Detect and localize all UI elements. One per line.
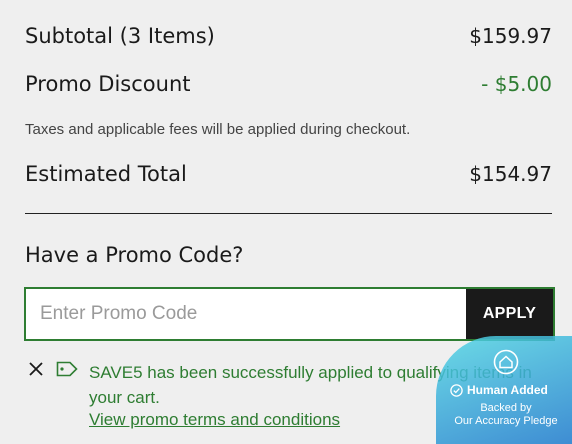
badge-title: Human Added <box>450 383 548 397</box>
promo-discount-value: - $5.00 <box>481 72 552 96</box>
human-added-badge: Human Added Backed by Our Accuracy Pledg… <box>436 336 572 444</box>
subtotal-label: Subtotal (3 Items) <box>25 24 215 48</box>
promo-code-form: APPLY <box>24 287 555 341</box>
estimated-total-label: Estimated Total <box>25 162 187 186</box>
check-circle-icon <box>450 383 463 397</box>
tax-note: Taxes and applicable fees will be applie… <box>25 121 411 138</box>
promo-discount-label: Promo Discount <box>25 72 191 96</box>
promo-discount-row: Promo Discount - $5.00 <box>25 72 552 96</box>
estimated-total-value: $154.97 <box>469 162 552 186</box>
badge-subtitle-1: Backed by <box>480 402 532 414</box>
apply-button[interactable]: APPLY <box>466 289 553 339</box>
divider <box>25 213 552 214</box>
promo-code-input[interactable] <box>26 289 466 339</box>
badge-logo-icon <box>493 349 519 375</box>
badge-title-text: Human Added <box>467 383 548 397</box>
promo-heading: Have a Promo Code? <box>25 243 244 267</box>
tag-icon <box>56 361 78 377</box>
close-icon[interactable] <box>27 360 45 378</box>
subtotal-row: Subtotal (3 Items) $159.97 <box>25 24 552 48</box>
badge-subtitle-2: Our Accuracy Pledge <box>454 415 558 427</box>
promo-terms-link[interactable]: View promo terms and conditions <box>89 410 340 430</box>
subtotal-value: $159.97 <box>469 24 552 48</box>
estimated-total-row: Estimated Total $154.97 <box>25 162 552 186</box>
